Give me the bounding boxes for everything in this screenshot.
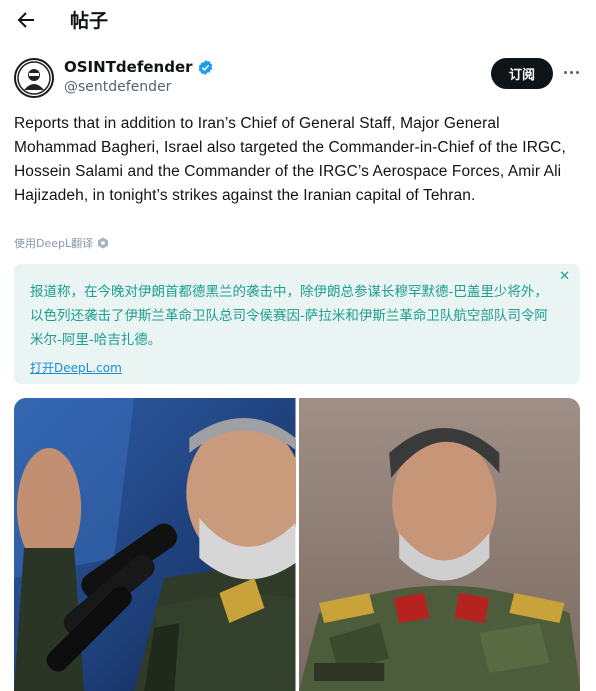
subscribe-button[interactable]: 订阅 bbox=[491, 58, 553, 89]
avatar[interactable] bbox=[14, 58, 54, 98]
translation-text: 报道称，在今晚对伊朗首都德黑兰的袭击中，除伊朗总参谋长穆罕默德-巴盖里少将外，以… bbox=[30, 284, 548, 348]
photo-commander-speaking bbox=[14, 398, 296, 691]
media-image-right[interactable] bbox=[298, 398, 580, 691]
translation-panel: ✕ 报道称，在今晚对伊朗首都德黑兰的袭击中，除伊朗总参谋长穆罕默德-巴盖里少将外… bbox=[14, 264, 580, 384]
tweet-media[interactable] bbox=[14, 398, 580, 691]
more-horizontal-icon[interactable] bbox=[560, 62, 582, 82]
avatar-logo-icon bbox=[17, 61, 51, 95]
tweet-text: Reports that in addition to Iran’s Chief… bbox=[14, 115, 566, 204]
open-deepl-link[interactable]: 打开DeepL.com bbox=[30, 359, 122, 376]
author-name-label: OSINTdefender bbox=[64, 58, 193, 76]
page-title: 帖子 bbox=[70, 10, 109, 32]
deepl-icon bbox=[98, 237, 109, 249]
photo-commander-portrait bbox=[298, 398, 580, 691]
media-image-left[interactable] bbox=[14, 398, 296, 691]
author-name[interactable]: OSINTdefender bbox=[64, 58, 214, 76]
verified-badge-icon bbox=[198, 59, 212, 75]
top-bar: 帖子 bbox=[0, 0, 596, 40]
deepl-translate-link[interactable]: 使用DeepL翻译 bbox=[14, 235, 109, 251]
close-icon[interactable]: ✕ bbox=[559, 269, 570, 284]
author-handle[interactable]: @sentdefender bbox=[64, 79, 171, 95]
deepl-translate-label: 使用DeepL翻译 bbox=[14, 237, 94, 250]
arrow-left-icon[interactable] bbox=[14, 8, 38, 32]
